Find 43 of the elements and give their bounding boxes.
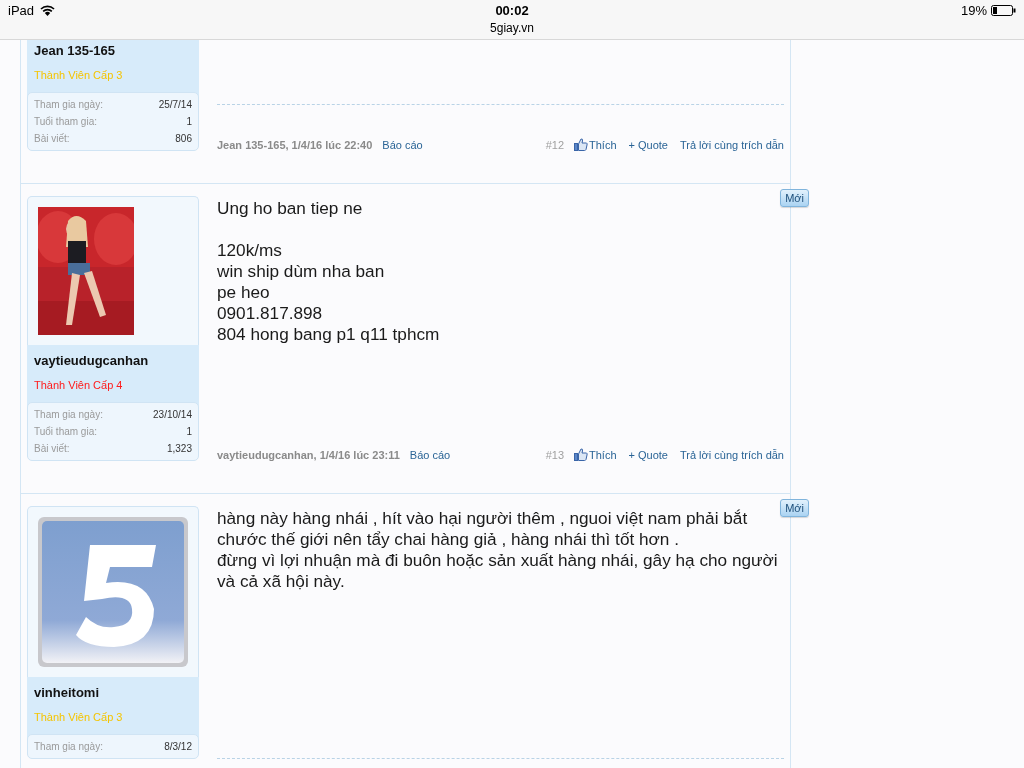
like-link[interactable]: Thích xyxy=(574,448,617,461)
device-name: iPad xyxy=(8,3,35,18)
thumbs-up-icon xyxy=(574,448,588,461)
stat-label: Tuổi tham gia: xyxy=(34,115,97,129)
username[interactable]: vinheitomi xyxy=(34,685,192,700)
author-date: Jean 135-165, 1/4/16 lúc 22:40 xyxy=(217,138,373,151)
stat-value: 25/7/14 xyxy=(158,98,192,112)
message-text: Ung ho ban tiep ne xyxy=(217,198,364,219)
site-address: 5giay.vn xyxy=(490,21,534,35)
stat-value: 806 xyxy=(175,132,192,146)
battery-icon xyxy=(991,5,1016,16)
wifi-icon xyxy=(40,5,56,16)
new-badge: Mới xyxy=(780,189,809,207)
new-badge: Mới xyxy=(780,499,809,517)
stat-value: 1 xyxy=(186,425,192,439)
report-link[interactable]: Báo cáo xyxy=(409,448,451,461)
like-link[interactable]: Thích xyxy=(574,138,617,151)
member-rank: Thành Viên Cấp 4 xyxy=(34,379,124,391)
message-text: hàng này hàng nhái , hít vào hại người thêm , nguoi việt nam phải bắt chước thế giới nên tẩy chai hàng giả , hàng nhái thì tốt hơn . đừng vì lợi nhuận mà đi buôn hoặc sản xuất hàng nhái, gây hạ cho người và cả xã hội này. xyxy=(217,508,779,592)
username[interactable]: Jean 135-165 xyxy=(34,43,192,58)
quote-link[interactable]: + Quote xyxy=(628,448,668,461)
member-rank: Thành Viên Cấp 3 xyxy=(34,69,124,81)
quote-link[interactable]: + Quote xyxy=(628,138,668,151)
reply-with-quote-link[interactable]: Trả lời cùng trích dẫn xyxy=(679,448,784,461)
stat-value: 1,323 xyxy=(166,442,192,456)
stat-value: 8/3/12 xyxy=(164,740,192,754)
username[interactable]: vaytieudugcanhan xyxy=(34,353,192,368)
stat-value: 23/10/14 xyxy=(153,408,192,422)
thumbs-up-icon xyxy=(574,138,588,151)
stat-label: Tham gia ngày: xyxy=(34,98,103,112)
message-text: 120k/ms win ship dùm nha ban pe heo 0901.817.898 804 hong bang p1 q11 tphcm xyxy=(217,240,441,345)
author-date: vaytieudugcanhan, 1/4/16 lúc 23:11 xyxy=(217,448,400,461)
stat-label: Tham gia ngày: xyxy=(34,408,103,422)
stat-label: Tham gia ngày: xyxy=(34,740,103,754)
stat-value: 1 xyxy=(186,115,192,129)
member-rank: Thành Viên Cấp 3 xyxy=(34,711,124,723)
stat-label: Bài viết: xyxy=(34,132,70,146)
stat-label: Bài viết: xyxy=(34,442,70,456)
report-link[interactable]: Báo cáo xyxy=(382,138,423,151)
stat-label: Tuổi tham gia: xyxy=(34,425,97,439)
clock: 00:02 xyxy=(495,3,529,18)
battery-percent: 19% xyxy=(960,3,987,18)
reply-with-quote-link[interactable]: Trả lời cùng trích dẫn xyxy=(679,138,784,151)
